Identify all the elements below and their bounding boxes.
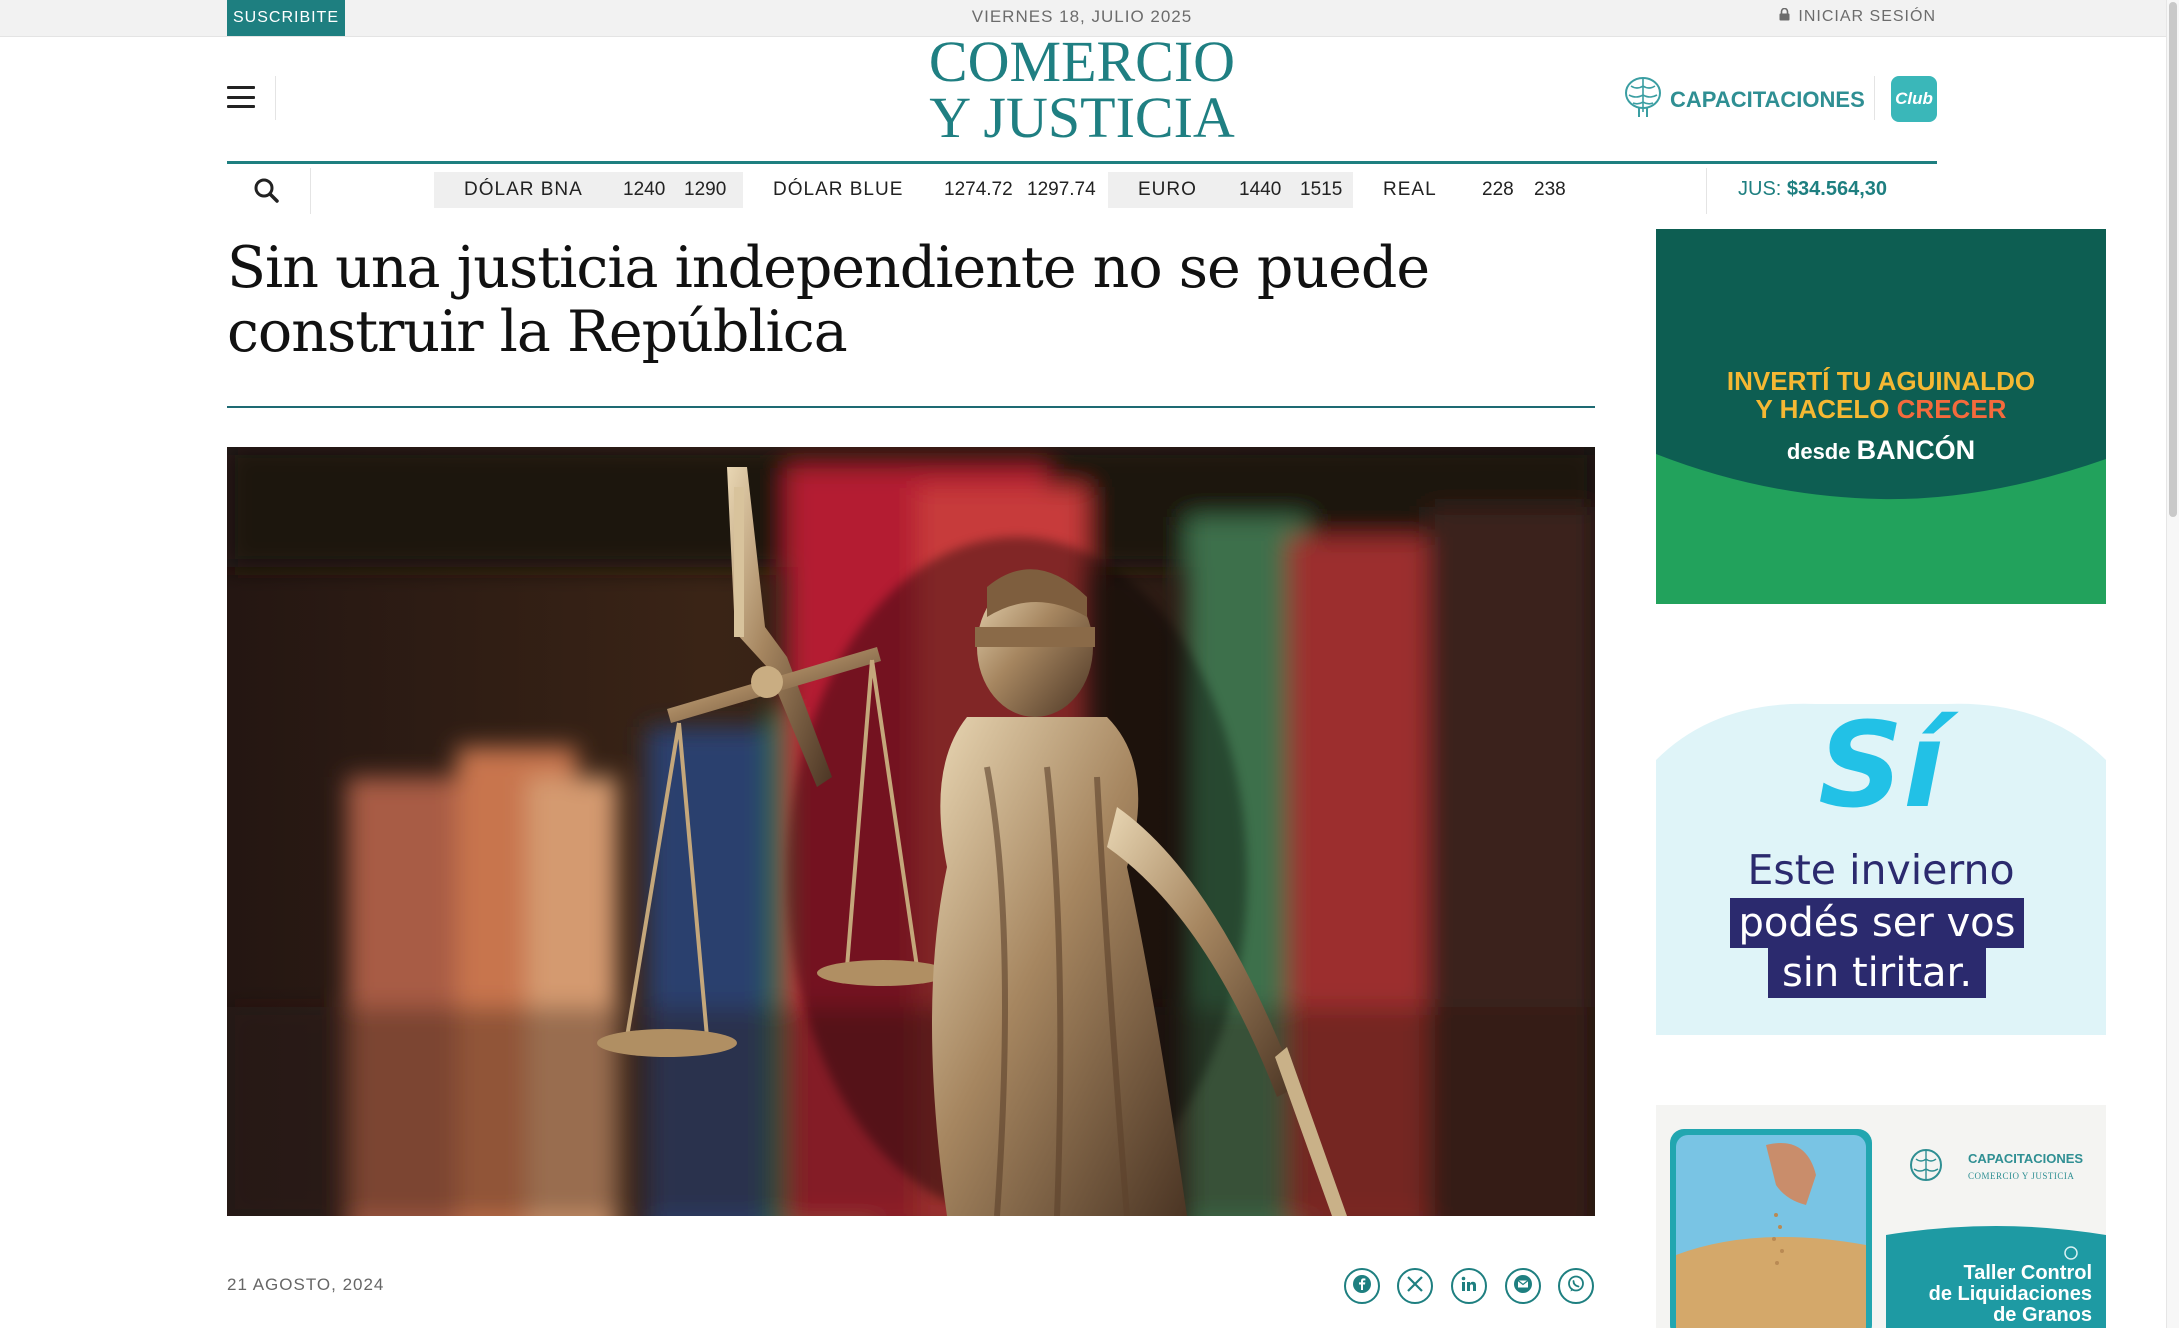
share-linkedin-button[interactable] [1451, 1268, 1487, 1304]
jus-label: JUS: [1738, 178, 1782, 200]
capacitaciones-link[interactable]: CAPACITACIONES [1622, 74, 1865, 126]
login-link[interactable]: INICIAR SESIÓN [1779, 7, 1936, 26]
bancon-line-2: Y HACELO CRECER [1755, 394, 2007, 424]
search-icon[interactable] [252, 176, 282, 206]
rate-name: DÓLAR BLUE [773, 179, 904, 200]
rate-sell: 1297.74 [1027, 179, 1096, 200]
bancon-line-1: INVERTÍ TU AGUINALDO [1726, 366, 2036, 396]
header-rule [227, 161, 1937, 164]
share-x-button[interactable] [1397, 1268, 1433, 1304]
x-icon [1406, 1275, 1424, 1298]
winter-line-1: Este invierno [1747, 846, 2015, 894]
course-ad[interactable]: CAPACITACIONES COMERCIO Y JUSTICIA Talle… [1656, 1105, 2106, 1328]
divider [275, 76, 276, 120]
share-email-button[interactable] [1505, 1268, 1541, 1304]
share-facebook-button[interactable] [1344, 1268, 1380, 1304]
publish-date: 21 AGOSTO, 2024 [227, 1275, 385, 1294]
winter-line-2: podés ser vos [1730, 898, 2024, 948]
bancon-line-3: desde BANCÓN [1786, 435, 1976, 465]
title-rule [227, 406, 1595, 408]
rate-buy: 1274.72 [944, 179, 1013, 200]
winter-ad[interactable]: Sí Este invierno podés ser vos sin tirit… [1656, 700, 2106, 1035]
rate-name: EURO [1138, 179, 1197, 200]
rate-buy: 1440 [1239, 179, 1282, 200]
email-icon [1513, 1274, 1533, 1299]
facebook-icon [1352, 1274, 1372, 1299]
winter-line-3: sin tiritar. [1768, 948, 1986, 998]
course-title: Taller Control de Liquidaciones de Grano… [1928, 1262, 2092, 1326]
logo-line-2: Y JUSTICIA [929, 85, 1235, 150]
logo-line-1: COMERCIO [928, 29, 1236, 94]
winter-big-text: Sí [1818, 700, 1944, 834]
article-hero-image[interactable] [227, 447, 1595, 1216]
rate-dolar-blue: DÓLAR BLUE 1274.72 1297.74 [743, 172, 1108, 208]
rate-euro: EURO 1440 1515 [1108, 172, 1353, 208]
article-title-line-2: construir la República [227, 299, 848, 365]
site-logo[interactable]: COMERCIO Y JUSTICIA [900, 29, 1264, 150]
rate-name: DÓLAR BNA [464, 179, 583, 200]
course-brand-sub: COMERCIO Y JUSTICIA [1968, 1171, 2075, 1181]
bancon-ad[interactable]: INVERTÍ TU AGUINALDO Y HACELO CRECER des… [1656, 229, 2106, 604]
lock-icon [1779, 7, 1790, 26]
rate-real: REAL 228 238 [1353, 172, 1583, 208]
scrollbar-thumb[interactable] [2169, 2, 2177, 517]
divider [1706, 168, 1707, 214]
share-whatsapp-button[interactable] [1558, 1268, 1594, 1304]
menu-icon[interactable] [227, 86, 255, 108]
divider [310, 168, 311, 214]
rate-buy: 1240 [623, 179, 666, 200]
rate-buy: 228 [1482, 179, 1514, 200]
rate-name: REAL [1383, 179, 1437, 200]
jus-amount: $34.564,30 [1786, 178, 1888, 200]
divider [1874, 76, 1875, 120]
linkedin-icon [1460, 1275, 1478, 1298]
rate-dolar-bna: DÓLAR BNA 1240 1290 [434, 172, 743, 208]
jus-value: JUS: $34.564,30 [1738, 178, 1887, 201]
capacitaciones-label: CAPACITACIONES [1670, 87, 1865, 112]
rate-sell: 238 [1534, 179, 1566, 200]
whatsapp-icon [1566, 1274, 1586, 1299]
rate-sell: 1290 [684, 179, 727, 200]
article-title: Sin una justicia independiente no se pue… [227, 236, 1607, 364]
course-brand: CAPACITACIONES [1968, 1151, 2084, 1166]
brain-icon [1622, 74, 1664, 126]
club-button[interactable]: Club [1891, 76, 1937, 122]
rate-sell: 1515 [1300, 179, 1343, 200]
article-title-line-1: Sin una justicia independiente no se pue… [227, 235, 1430, 301]
login-label: INICIAR SESIÓN [1798, 8, 1936, 25]
